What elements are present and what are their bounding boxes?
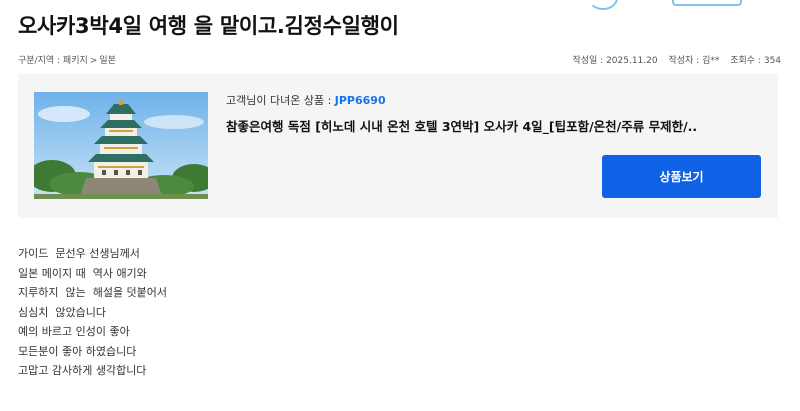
- osaka-castle-icon: [34, 92, 208, 199]
- breadcrumb-item-package[interactable]: 패키지: [63, 56, 88, 66]
- post-date: 작성일 : 2025.11.20: [572, 56, 658, 66]
- product-card: 고객님이 다녀온 상품 : JPP6690 참좋은여행 독점 [히노데 시내 온…: [18, 74, 778, 218]
- breadcrumb-item-japan[interactable]: 일본: [99, 56, 116, 66]
- review-line: 가이드 문선우 선생님께서: [18, 247, 140, 260]
- post-author: 작성자 : 김**: [668, 56, 720, 66]
- post-views: 조회수 : 354: [730, 56, 781, 66]
- post-meta: 작성일 : 2025.11.20 작성자 : 김** 조회수 : 354: [564, 53, 781, 66]
- review-line: 일본 메이지 때 역사 애기와: [18, 266, 147, 280]
- product-image[interactable]: [34, 92, 208, 199]
- decorative-curve-icon: [588, 0, 618, 10]
- meta-row: 구분/지역 : 패키지 > 일본 작성일 : 2025.11.20 작성자 : 김*…: [18, 53, 781, 67]
- review-line: 예의 바르고 인성이 좋아: [18, 325, 130, 338]
- product-info: 고객님이 다녀온 상품 : JPP6690 참좋은여행 독점 [히노데 시내 온…: [226, 92, 762, 135]
- review-line: 모든분이 좋아 하였습니다: [18, 344, 137, 358]
- review-body: 가이드 문선우 선생님께서 일본 메이지 때 역사 애기와 지루하지 않는 해설…: [18, 244, 167, 381]
- view-product-button[interactable]: 상품보기: [602, 155, 761, 198]
- product-name[interactable]: 참좋은여행 독점 [히노데 시내 온천 호텔 3연박] 오사카 4일_[팁포함/…: [226, 116, 762, 135]
- review-line: 심심치 않았습니다: [18, 305, 106, 319]
- breadcrumb-separator: >: [89, 56, 98, 66]
- decorative-tab-icon: [672, 0, 742, 6]
- breadcrumb-label: 구분/지역 :: [18, 56, 63, 66]
- product-code-label: 고객님이 다녀온 상품 :: [226, 94, 335, 107]
- page-title: 오사카3박4일 여행 을 맡이고.김정수일행이: [18, 14, 399, 38]
- breadcrumb: 구분/지역 : 패키지 > 일본: [18, 53, 116, 66]
- review-line: 고맙고 감사하게 생각합니다: [18, 364, 147, 377]
- review-line: 지루하지 않는 해설을 덧붙어서: [18, 286, 168, 299]
- header-decoration: [0, 0, 800, 10]
- product-code: JPP6690: [334, 94, 386, 107]
- product-code-line: 고객님이 다녀온 상품 : JPP6690: [226, 92, 762, 108]
